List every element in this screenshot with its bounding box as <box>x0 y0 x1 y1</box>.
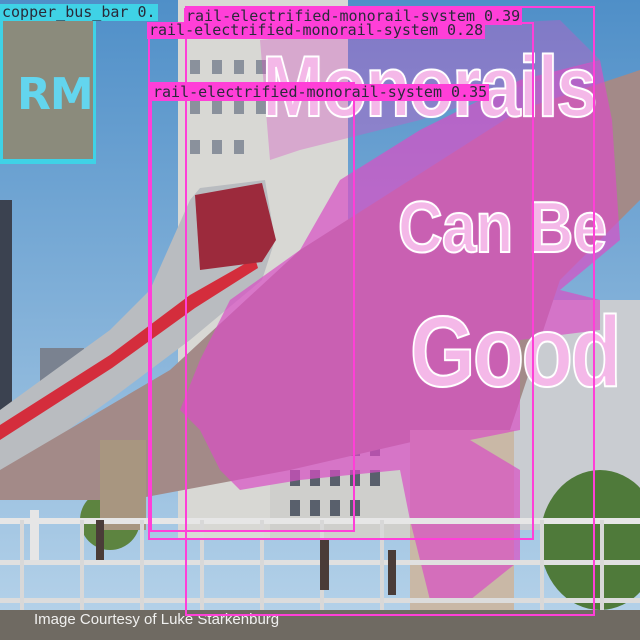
detection-label-name: rail-electrified-monorail-system <box>149 21 438 39</box>
detection-label-score: 0.35 <box>451 83 488 101</box>
detection-box-monorail-3 <box>150 82 355 532</box>
detection-label-score: 0. <box>137 3 156 21</box>
detection-box-copper-bus-bar <box>0 18 96 164</box>
detection-label-name: copper_bus_bar <box>2 3 129 21</box>
detection-label-monorail-2: rail-electrified-monorail-system 0.28 <box>147 21 486 39</box>
pier-left <box>100 440 146 530</box>
detection-label-name: rail-electrified-monorail-system <box>153 83 442 101</box>
detection-label-score: 0.39 <box>484 7 521 25</box>
detection-label-copper-bus-bar: copper_bus_bar 0. <box>0 4 158 21</box>
detection-label-score: 0.28 <box>447 21 484 39</box>
detection-label-monorail-3: rail-electrified-monorail-system 0.35 <box>151 83 490 101</box>
